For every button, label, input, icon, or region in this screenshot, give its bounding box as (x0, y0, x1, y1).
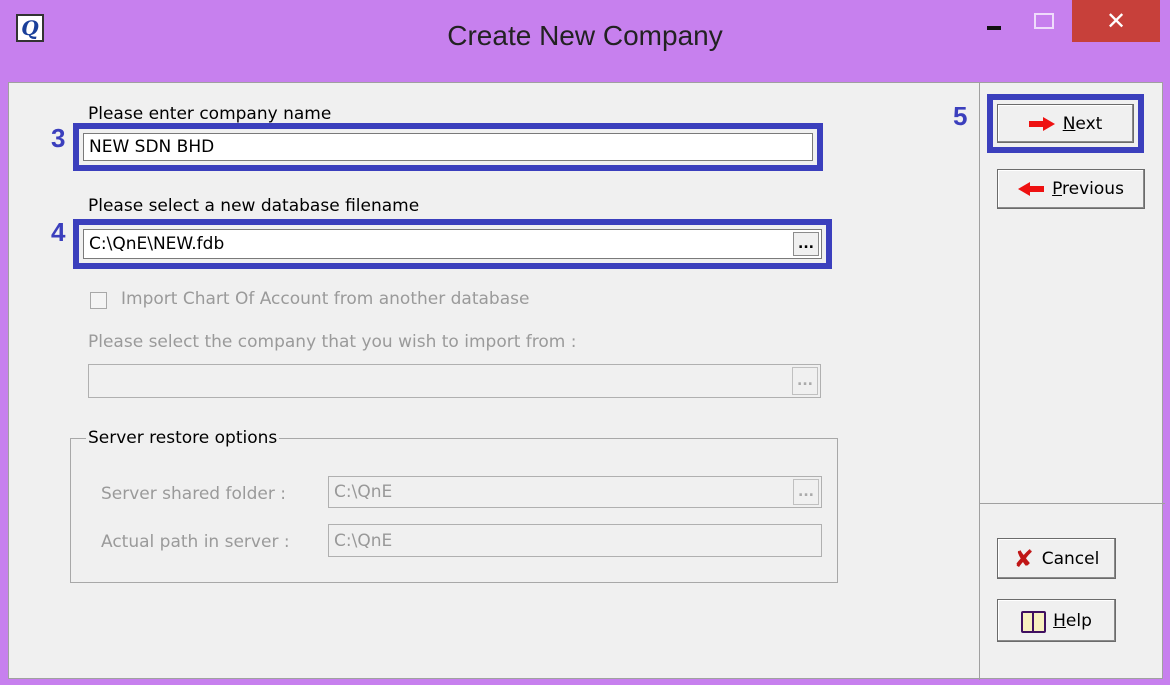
step-3-marker: 3 (51, 123, 66, 153)
actual-path-label: Actual path in server : (101, 532, 290, 552)
title-bar: Q Create New Company ✕ (0, 0, 1170, 82)
next-button[interactable]: Next (997, 104, 1134, 143)
db-filename-value: C:\QnE\NEW.fdb (89, 234, 225, 254)
import-coa-checkbox[interactable] (90, 292, 107, 309)
import-company-label: Please select the company that you wish … (88, 332, 577, 352)
close-button[interactable]: ✕ (1072, 0, 1160, 42)
cancel-button[interactable]: ✘ Cancel (997, 538, 1116, 579)
maximize-icon (1034, 13, 1054, 29)
step-5-marker: 5 (953, 101, 968, 131)
db-filename-label: Please select a new database filename (88, 196, 420, 216)
help-button[interactable]: Help (997, 599, 1116, 642)
db-browse-button[interactable]: ... (793, 232, 819, 256)
db-filename-input[interactable]: C:\QnE\NEW.fdb ... (83, 229, 822, 259)
book-icon (1021, 610, 1047, 633)
shared-folder-input[interactable]: C:\QnE ... (328, 476, 822, 508)
arrow-right-icon (1028, 116, 1055, 131)
cancel-label: Cancel (1041, 548, 1100, 569)
import-company-browse-button[interactable]: ... (792, 367, 818, 395)
minimize-icon (987, 26, 1001, 30)
button-pane-divider (980, 503, 1165, 504)
next-label: Next (1062, 113, 1103, 134)
previous-label: Previous (1052, 179, 1124, 199)
import-coa-label: Import Chart Of Account from another dat… (121, 289, 530, 309)
company-name-input[interactable]: NEW SDN BHD (83, 133, 813, 161)
server-restore-title: Server restore options (86, 428, 280, 448)
previous-button[interactable]: Previous (997, 169, 1145, 209)
help-label: Help (1053, 610, 1092, 631)
x-icon: ✘ (1013, 544, 1034, 573)
company-name-label: Please enter company name (88, 104, 332, 124)
arrow-left-icon (1018, 182, 1045, 196)
minimize-button[interactable] (972, 0, 1016, 42)
actual-path-input[interactable]: C:\QnE (328, 524, 822, 557)
close-icon: ✕ (1105, 7, 1127, 35)
shared-folder-value: C:\QnE (334, 482, 393, 502)
import-company-input[interactable]: ... (88, 364, 821, 398)
shared-folder-label: Server shared folder : (101, 484, 286, 504)
step-4-marker: 4 (51, 217, 66, 247)
dialog-body: Please enter company name 3 NEW SDN BHD … (8, 82, 1165, 680)
maximize-button[interactable] (1022, 0, 1066, 42)
server-restore-group (70, 438, 838, 583)
shared-folder-browse-button[interactable]: ... (793, 479, 819, 505)
